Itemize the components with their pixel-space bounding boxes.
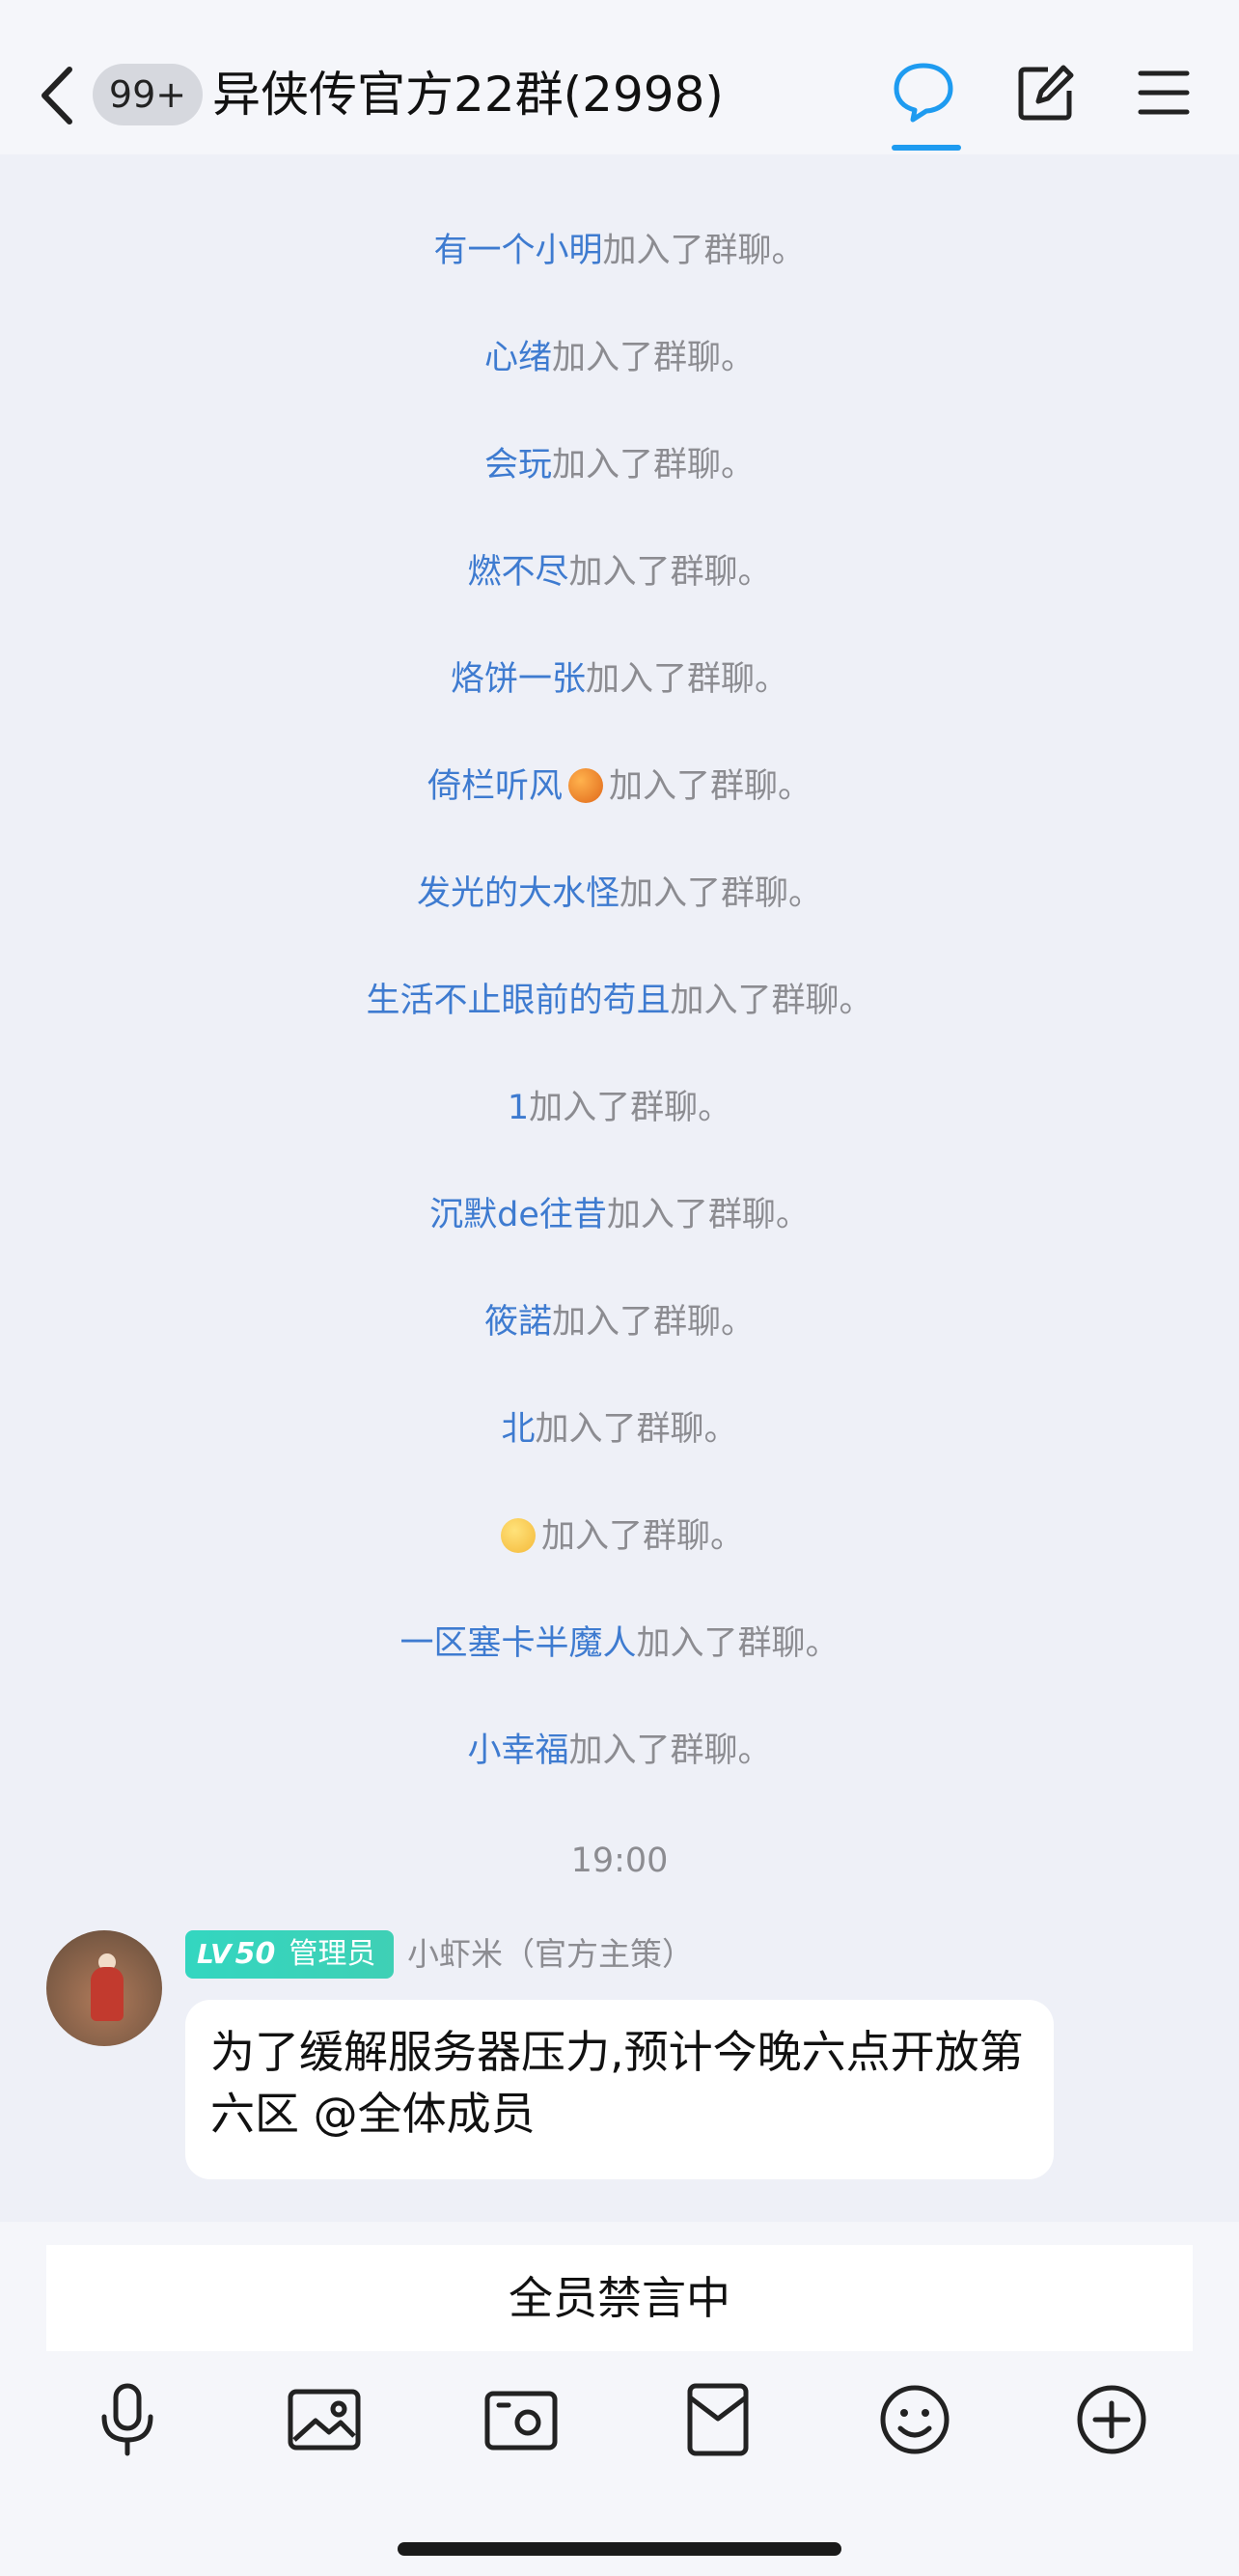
member-name[interactable]: 筱諾	[484, 1303, 552, 1342]
system-message: 小幸福加入了群聊。	[0, 1714, 1239, 1821]
member-name[interactable]: 生活不止眼前的苟且	[366, 982, 670, 1020]
unread-badge[interactable]: 99+	[93, 64, 203, 125]
menu-icon[interactable]	[1137, 68, 1191, 118]
emoji-icon[interactable]	[871, 2376, 958, 2463]
orange-emoji-icon	[568, 768, 603, 803]
join-text: 加入了群聊。	[586, 660, 789, 699]
system-message: 会玩加入了群聊。	[0, 429, 1239, 536]
microphone-icon[interactable]	[84, 2376, 171, 2463]
member-name[interactable]: 北	[501, 1410, 535, 1449]
system-message: 生活不止眼前的苟且加入了群聊。	[0, 964, 1239, 1071]
member-name[interactable]: 烙饼一张	[451, 660, 586, 699]
join-text: 加入了群聊。	[529, 1089, 732, 1127]
system-message: 沉默de往昔加入了群聊。	[0, 1178, 1239, 1286]
timestamp: 19:00	[570, 1842, 669, 1880]
member-name[interactable]: 1	[508, 1089, 529, 1127]
join-text: 加入了群聊。	[670, 982, 873, 1020]
system-message: 有一个小明加入了群聊。	[0, 214, 1239, 321]
chevron-left-icon[interactable]	[35, 62, 83, 129]
camera-icon[interactable]	[478, 2376, 564, 2463]
join-text: 加入了群聊。	[540, 1517, 744, 1556]
member-name[interactable]: 有一个小明	[433, 232, 602, 270]
home-indicator	[398, 2542, 841, 2556]
join-text: 加入了群聊。	[552, 1303, 756, 1342]
edit-icon[interactable]	[1015, 62, 1077, 124]
member-name[interactable]: 会玩	[484, 446, 552, 485]
red-packet-icon[interactable]	[675, 2376, 761, 2463]
system-message: 发光的大水怪加入了群聊。	[0, 857, 1239, 964]
join-text: 加入了群聊。	[609, 767, 812, 806]
join-text: 加入了群聊。	[552, 446, 756, 485]
join-text: 加入了群聊。	[535, 1410, 738, 1449]
system-message: 烙饼一张加入了群聊。	[0, 643, 1239, 750]
join-text: 加入了群聊。	[568, 553, 772, 592]
chat-bubble-icon[interactable]	[892, 60, 955, 124]
group-title[interactable]: 异侠传官方22群(2998)	[212, 60, 724, 129]
join-text: 加入了群聊。	[602, 232, 806, 270]
role-label: 管理员	[289, 1937, 376, 1971]
member-name[interactable]: 沉默de往昔	[429, 1196, 607, 1234]
sender-name[interactable]: 小虾米（官方主策）	[407, 1930, 694, 1979]
member-name[interactable]: 倚栏听风	[427, 767, 563, 806]
sleepy-emoji-icon[interactable]	[500, 1518, 536, 1553]
system-message: 筱諾加入了群聊。	[0, 1286, 1239, 1393]
system-message: 加入了群聊。	[0, 1500, 1239, 1607]
mute-status-bar: 全员禁言中	[46, 2245, 1193, 2351]
system-message: 一区塞卡半魔人加入了群聊。	[0, 1607, 1239, 1714]
member-name[interactable]: 一区塞卡半魔人	[399, 1624, 636, 1663]
system-message: 1加入了群聊。	[0, 1071, 1239, 1178]
member-name[interactable]: 心绪	[484, 339, 552, 377]
member-name[interactable]: 发光的大水怪	[417, 874, 620, 913]
member-name[interactable]: 小幸福	[467, 1731, 568, 1770]
system-message: 北加入了群聊。	[0, 1393, 1239, 1500]
image-icon[interactable]	[281, 2376, 368, 2463]
system-message: 心绪加入了群聊。	[0, 321, 1239, 429]
member-name[interactable]: 燃不尽	[467, 553, 568, 592]
join-text: 加入了群聊。	[620, 874, 823, 913]
message-bubble[interactable]: 为了缓解服务器压力,预计今晚六点开放第六区 @全体成员	[185, 2000, 1054, 2179]
join-text: 加入了群聊。	[636, 1624, 840, 1663]
system-message: 倚栏听风 加入了群聊。	[0, 750, 1239, 857]
avatar[interactable]	[46, 1930, 162, 2046]
join-text: 加入了群聊。	[606, 1196, 810, 1234]
active-tab-indicator	[892, 145, 961, 151]
system-message-list: 有一个小明加入了群聊。 心绪加入了群聊。 会玩加入了群聊。 燃不尽加入了群聊。 …	[0, 214, 1239, 1821]
level-prefix: LV	[197, 1938, 232, 1970]
chat-header: 99+ 异侠传官方22群(2998)	[0, 0, 1239, 154]
join-text: 加入了群聊。	[568, 1731, 772, 1770]
avatar-figure-body	[91, 1967, 124, 2021]
plus-icon[interactable]	[1068, 2376, 1155, 2463]
system-message: 燃不尽加入了群聊。	[0, 536, 1239, 643]
input-panel: 全员禁言中	[0, 2222, 1239, 2576]
level-badge: LV 50 管理员	[185, 1930, 394, 1979]
join-text: 加入了群聊。	[552, 339, 756, 377]
level-number: 50	[234, 1937, 276, 1971]
